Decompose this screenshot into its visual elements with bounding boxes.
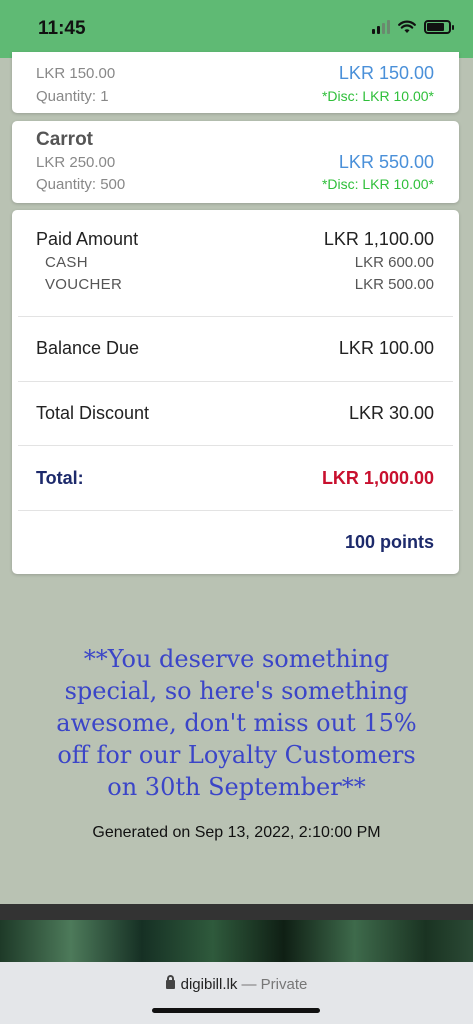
payment-summary-card: Paid Amount LKR 1,100.00 CASH LKR 600.00… [12,210,459,574]
cellular-signal-icon [372,20,390,34]
footer-banner [0,920,473,962]
item-discount: *Disc: LKR 10.00* [321,176,434,192]
promo-line: awesome, don't miss out 15% [56,709,417,737]
item-name: Carrot [36,129,94,150]
item-total: LKR 550.00 [338,152,434,172]
promo-line: on 30th September** [107,773,366,801]
status-icons [372,20,454,34]
item-quantity: Quantity: 500 [36,176,126,193]
payment-amount-voucher: LKR 500.00 [354,276,434,293]
payment-method-voucher: VOUCHER [45,276,123,293]
battery-icon [424,20,454,34]
paid-amount-value: LKR 1,100.00 [323,229,434,249]
item-quantity: Quantity: 1 [36,88,109,105]
promo-message: **You deserve something special, so here… [20,643,453,803]
line-item-card: LKR 150.00 Quantity: 1 LKR 150.00 *Disc:… [12,52,459,113]
status-bar: 11:45 [0,0,473,58]
browser-address-bar[interactable]: digibill.lk — Private [0,962,473,1024]
url-display[interactable]: digibill.lk — Private [0,975,473,993]
item-unit-price: LKR 150.00 [36,65,116,82]
paid-amount-label: Paid Amount [36,229,139,249]
home-indicator[interactable] [152,1008,320,1013]
item-total: LKR 150.00 [338,63,434,83]
divider [18,381,453,382]
payment-method-cash: CASH [45,254,88,271]
promo-line: **You deserve something [83,645,390,673]
footer-strip [0,904,473,920]
divider [18,316,453,317]
divider [18,445,453,446]
balance-due-label: Balance Due [36,338,140,358]
payment-amount-cash: LKR 600.00 [354,254,434,271]
total-discount-value: LKR 30.00 [348,403,434,423]
status-time: 11:45 [38,18,86,39]
generated-timestamp: Generated on Sep 13, 2022, 2:10:00 PM [92,824,381,841]
total-discount-label: Total Discount [36,403,150,423]
private-mode-label: — Private [241,976,308,993]
item-unit-price: LKR 250.00 [36,154,116,171]
url-domain: digibill.lk [180,976,238,993]
promo-line: special, so here's something [64,677,409,705]
divider [18,510,453,511]
item-discount: *Disc: LKR 10.00* [321,88,434,104]
total-label: Total: [36,468,84,488]
lock-icon [165,975,175,989]
loyalty-points: 100 points [344,532,434,552]
wifi-icon [398,20,416,33]
total-value: LKR 1,000.00 [321,468,434,488]
balance-due-value: LKR 100.00 [338,338,434,358]
line-item-card: Carrot LKR 250.00 Quantity: 500 LKR 550.… [12,121,459,203]
promo-line: off for our Loyalty Customers [57,741,416,769]
